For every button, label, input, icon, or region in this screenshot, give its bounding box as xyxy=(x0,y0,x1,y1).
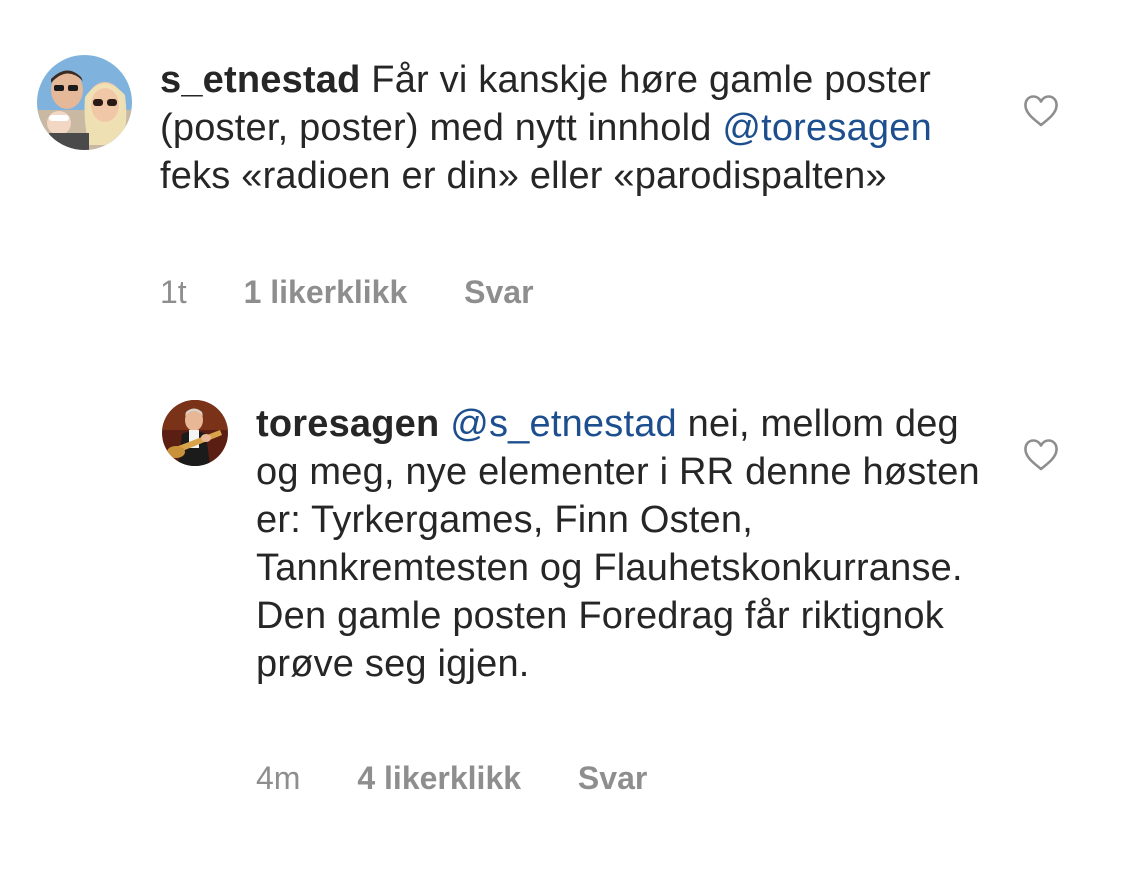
comment-timestamp: 1t xyxy=(160,274,187,310)
heart-outline-icon[interactable] xyxy=(1023,94,1059,128)
comment-text: toresagen @s_etnestad nei, mellom deg og… xyxy=(256,400,991,688)
avatar-s-etnestad[interactable] xyxy=(37,55,132,150)
comment-username[interactable]: toresagen xyxy=(256,403,439,445)
comment-username[interactable]: s_etnestad xyxy=(160,59,361,101)
mention-link[interactable]: @toresagen xyxy=(722,107,932,149)
comment-body-part: feks «radioen er din» eller «parodispalt… xyxy=(160,155,887,197)
likes-count-button[interactable]: 4 likerklikk xyxy=(357,760,521,797)
comment-timestamp: 4m xyxy=(256,760,301,796)
heart-outline-icon[interactable] xyxy=(1023,438,1059,472)
mention-link[interactable]: @s_etnestad xyxy=(450,403,677,445)
reply-button[interactable]: Svar xyxy=(464,274,533,311)
likes-count-button[interactable]: 1 likerklikk xyxy=(244,274,408,311)
comment-meta: 4m 4 likerklikk Svar xyxy=(256,760,647,797)
reply-button[interactable]: Svar xyxy=(578,760,647,797)
comment-meta: 1t 1 likerklikk Svar xyxy=(160,274,534,311)
comment-body-part: nei, mellom deg og meg, nye elementer i … xyxy=(256,403,980,685)
avatar-toresagen[interactable] xyxy=(162,400,228,466)
comment-text: s_etnestad Får vi kanskje høre gamle pos… xyxy=(160,56,950,200)
